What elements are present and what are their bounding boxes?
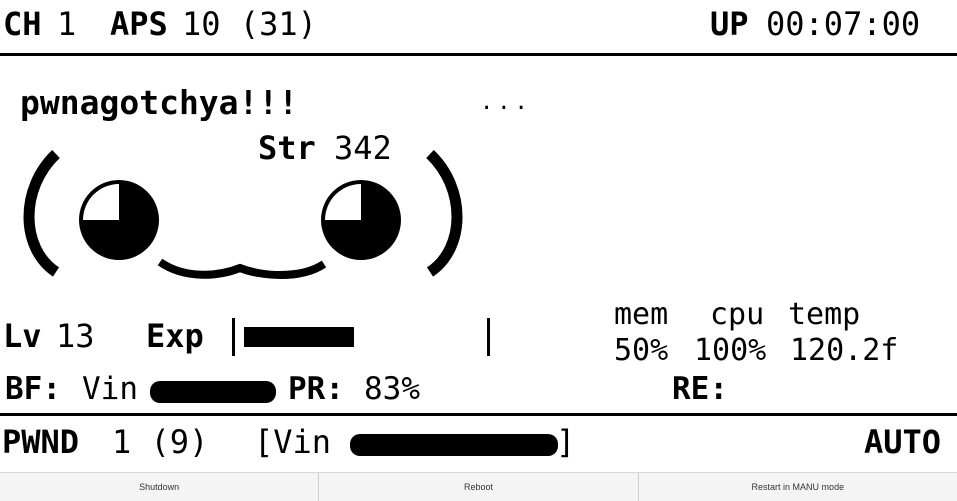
bf-value: Vin xyxy=(82,371,138,407)
last-network-open: [Vin xyxy=(254,423,332,461)
mem-value: 50% xyxy=(614,333,669,368)
left-eye xyxy=(79,180,159,260)
mem-label: mem xyxy=(614,297,669,332)
shutdown-button[interactable]: Shutdown xyxy=(0,473,320,501)
level-value: 13 xyxy=(56,317,95,355)
aps-label: APS xyxy=(110,5,168,43)
pwnagotchi-display: CH 1 APS 10 (31) UP 00:07:00 pwnagotchya… xyxy=(0,0,957,470)
bottom-divider xyxy=(0,413,957,416)
redaction-mark xyxy=(150,381,276,403)
exp-bar xyxy=(232,318,490,356)
top-divider xyxy=(0,53,957,56)
pwnd-value: 1 (9) xyxy=(112,423,209,461)
cpu-label: cpu xyxy=(710,297,765,332)
temp-value: 120.2f xyxy=(790,333,899,368)
channel-label: CH xyxy=(3,5,42,43)
uptime-value: 00:07:00 xyxy=(766,5,921,43)
pwnd-label: PWND xyxy=(2,423,80,461)
mode-indicator: AUTO xyxy=(864,423,942,461)
exp-label: Exp xyxy=(146,317,204,355)
status-text: ... xyxy=(480,90,532,115)
bf-label: BF: xyxy=(5,371,61,407)
mouth xyxy=(157,258,327,279)
reboot-button[interactable]: Reboot xyxy=(319,473,639,501)
right-paren xyxy=(426,150,463,277)
exp-bar-fill xyxy=(244,327,354,347)
pr-value: 83% xyxy=(364,371,420,407)
network-redaction-mark xyxy=(350,434,558,456)
exp-bar-left-cap xyxy=(232,318,235,356)
re-label: RE: xyxy=(672,371,728,407)
last-network-close: ] xyxy=(556,423,576,461)
level-label: Lv xyxy=(3,317,42,355)
uptime-label: UP xyxy=(710,5,749,43)
face-drawing xyxy=(23,150,463,279)
right-eye xyxy=(321,180,401,260)
unit-name: pwnagotchya!!! xyxy=(20,83,299,122)
control-button-bar: Shutdown Reboot Restart in MANU mode xyxy=(0,472,957,501)
cpu-value: 100% xyxy=(694,333,767,368)
pr-label: PR: xyxy=(288,371,344,407)
channel-value: 1 xyxy=(57,5,77,43)
temp-label: temp xyxy=(788,297,861,332)
left-paren xyxy=(23,150,60,277)
restart-manu-button[interactable]: Restart in MANU mode xyxy=(638,473,957,501)
exp-bar-right-cap xyxy=(487,318,490,356)
aps-value: 10 (31) xyxy=(182,5,317,43)
